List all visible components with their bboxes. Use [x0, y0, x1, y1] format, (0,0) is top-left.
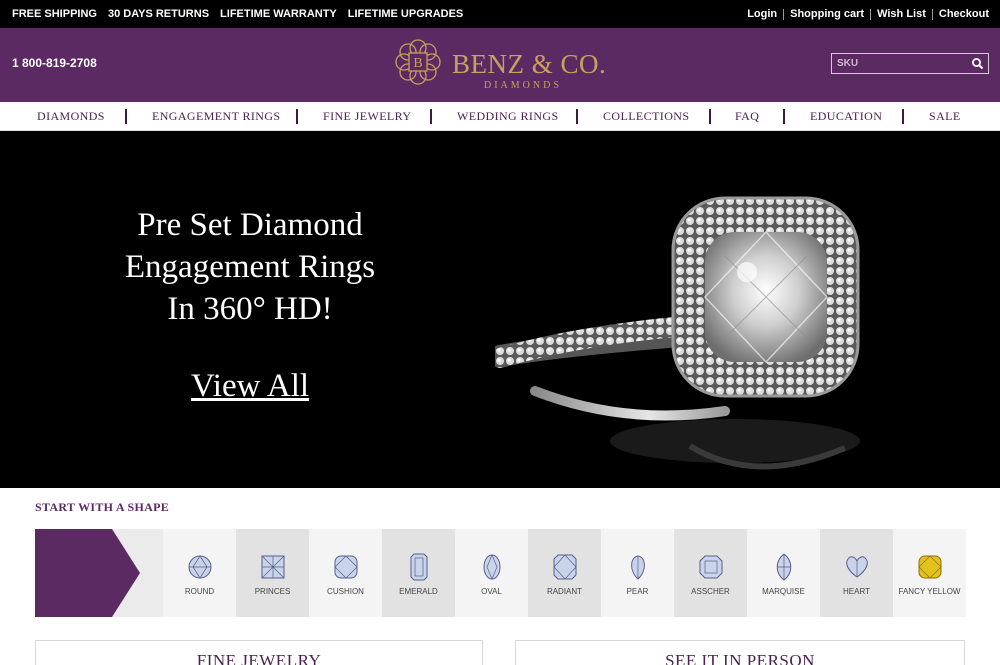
emerald-diamond-icon — [410, 553, 428, 581]
shape-label: MARQUISE — [762, 587, 805, 596]
heart-diamond-icon — [846, 556, 868, 578]
divider — [870, 8, 872, 20]
shape-pear[interactable]: PEAR — [601, 529, 674, 617]
account-links: Login Shopping cart Wish List Checkout — [747, 8, 989, 20]
shopping-cart-link[interactable]: Shopping cart — [790, 8, 864, 20]
nav-divider — [783, 109, 785, 124]
nav-faq[interactable]: FAQ — [735, 109, 759, 124]
nav-divider — [296, 109, 298, 124]
sku-search — [831, 53, 989, 74]
nav-diamonds[interactable]: DIAMONDS — [37, 109, 105, 124]
hero-title-line: Engagement Rings — [124, 249, 376, 285]
shape-label: CUSHION — [327, 587, 364, 596]
view-all-link[interactable]: View All — [60, 368, 440, 405]
shape-label: RADIANT — [546, 587, 583, 596]
shape-fancy-yellow[interactable]: FANCY YELLOW — [893, 529, 966, 617]
shape-label: ROUND — [184, 587, 215, 596]
search-icon[interactable] — [971, 57, 984, 70]
shape-label: PEAR — [626, 587, 649, 596]
logo-wordmark: BENZ & CO. — [452, 49, 607, 79]
shape-asscher[interactable]: ASSCHER — [674, 529, 747, 617]
marquise-diamond-icon — [776, 553, 792, 581]
shape-label: FANCY YELLOW — [898, 587, 961, 596]
shape-round[interactable]: ROUND — [163, 529, 236, 617]
svg-text:B: B — [413, 56, 422, 71]
nav-divider — [902, 109, 904, 124]
fine-jewelry-card[interactable]: FINE JEWELRY — [35, 640, 483, 665]
shape-emerald[interactable]: EMERALD — [382, 529, 455, 617]
hero-title-line: In 360° HD! — [167, 291, 333, 327]
promo-free-shipping: FREE SHIPPING — [12, 8, 97, 20]
shape-heart[interactable]: HEART — [820, 529, 893, 617]
shape-cushion[interactable]: CUSHION — [309, 529, 382, 617]
nav-sale[interactable]: SALE — [929, 109, 961, 124]
nav-fine-jewelry[interactable]: FINE JEWELRY — [323, 109, 411, 124]
hero-title-line: Pre Set Diamond — [137, 207, 363, 243]
shape-oval[interactable]: OVAL — [455, 529, 528, 617]
promo-warranty: LIFETIME WARRANTY — [220, 8, 337, 20]
diamond-ring-image — [495, 196, 860, 470]
promo-upgrades: LIFETIME UPGRADES — [347, 8, 464, 20]
shape-label: EMERALD — [399, 587, 438, 596]
nav-engagement-rings[interactable]: ENGAGEMENT RINGS — [152, 109, 281, 124]
site-header: 1 800-819-2708 B BENZ & CO. DIAMONDS — [0, 28, 1000, 102]
asscher-diamond-icon — [699, 555, 723, 579]
shape-princess[interactable]: PRINCES — [236, 529, 309, 617]
card-title: SEE IT IN PERSON — [665, 651, 815, 665]
round-diamond-icon — [188, 555, 212, 579]
card-title: FINE JEWELRY — [196, 651, 322, 665]
shape-selector: ROUND PRINCES CUSHION EMERALD OVAL RADIA… — [35, 529, 966, 617]
nav-divider — [576, 109, 578, 124]
login-link[interactable]: Login — [747, 8, 777, 20]
nav-education[interactable]: EDUCATION — [810, 109, 882, 124]
hero-title: Pre Set Diamond Engagement Rings In 360°… — [60, 204, 440, 330]
shape-label: HEART — [843, 587, 870, 596]
arrow-banner-icon — [35, 529, 140, 617]
shape-label: OVAL — [481, 587, 502, 596]
phone-number[interactable]: 1 800-819-2708 — [12, 56, 97, 70]
oval-diamond-icon — [483, 554, 501, 580]
top-utility-bar: FREE SHIPPING 30 DAYS RETURNS LIFETIME W… — [0, 0, 1000, 28]
shape-marquise[interactable]: MARQUISE — [747, 529, 820, 617]
main-navigation: DIAMONDS ENGAGEMENT RINGS FINE JEWELRY W… — [0, 102, 1000, 131]
radiant-diamond-icon — [553, 554, 577, 580]
wish-list-link[interactable]: Wish List — [877, 8, 926, 20]
logo-emblem-icon: B — [395, 39, 441, 85]
shape-label: PRINCES — [254, 587, 291, 596]
logo-subtitle: DIAMONDS — [484, 80, 562, 91]
divider — [783, 8, 785, 20]
fancy-yellow-diamond-icon — [918, 555, 942, 579]
checkout-link[interactable]: Checkout — [939, 8, 989, 20]
shape-section-heading: START WITH A SHAPE — [35, 500, 170, 514]
sku-search-input[interactable] — [837, 56, 967, 71]
nav-wedding-rings[interactable]: WEDDING RINGS — [457, 109, 559, 124]
brand-logo[interactable]: B BENZ & CO. DIAMONDS — [394, 36, 616, 96]
see-it-in-person-card[interactable]: SEE IT IN PERSON — [515, 640, 965, 665]
promo-returns: 30 DAYS RETURNS — [107, 8, 210, 20]
promo-list: FREE SHIPPING 30 DAYS RETURNS LIFETIME W… — [12, 8, 463, 20]
nav-divider — [125, 109, 127, 124]
shape-label: ASSCHER — [691, 587, 730, 596]
cushion-diamond-icon — [334, 555, 358, 579]
hero-banner: Pre Set Diamond Engagement Rings In 360°… — [0, 131, 1000, 488]
nav-divider — [709, 109, 711, 124]
nav-collections[interactable]: COLLECTIONS — [603, 109, 689, 124]
princess-diamond-icon — [261, 555, 285, 579]
shape-radiant[interactable]: RADIANT — [528, 529, 601, 617]
divider — [931, 8, 933, 20]
nav-divider — [430, 109, 432, 124]
pear-diamond-icon — [631, 555, 645, 580]
